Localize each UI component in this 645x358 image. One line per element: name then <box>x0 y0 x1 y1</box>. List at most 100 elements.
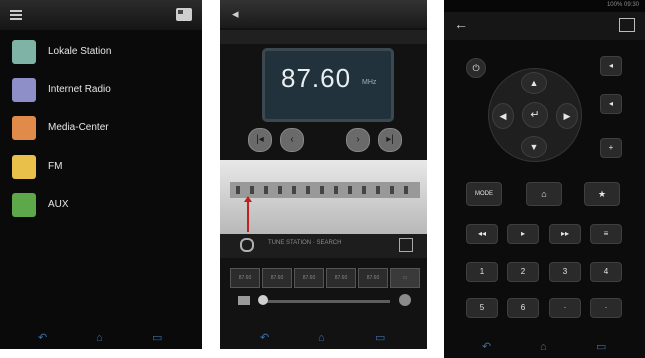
dpad-down-button[interactable]: ▼ <box>521 136 547 158</box>
home-icon[interactable]: ⌂ <box>318 333 325 344</box>
recents-icon[interactable]: ▭ <box>152 333 162 344</box>
station-text: TUNE STATION · SEARCH <box>268 240 342 246</box>
scale-tick <box>376 186 380 194</box>
next-track-button[interactable]: ▸▸ <box>549 224 581 244</box>
recents-icon[interactable]: ▭ <box>596 342 606 353</box>
dpad-up-button[interactable]: ▲ <box>521 72 547 94</box>
scale-tick <box>334 186 338 194</box>
source-item-local[interactable]: Lokale Station <box>12 40 192 66</box>
folder-icon[interactable] <box>176 8 192 21</box>
preset-button[interactable]: 87.60 <box>294 268 324 288</box>
source-item-aux[interactable]: AUX <box>12 193 192 219</box>
android-navbar: ↶ ⌂ ▭ <box>444 338 645 358</box>
favorite-button[interactable]: ★ <box>584 182 620 206</box>
number-button[interactable]: 1 <box>466 262 498 282</box>
tune-up-button[interactable]: › <box>346 128 370 152</box>
frequency-value: 87.60 <box>281 63 352 93</box>
home-icon[interactable]: ⌂ <box>96 333 103 344</box>
source-label: FM <box>48 161 63 172</box>
number-button[interactable]: 5 <box>466 298 498 318</box>
scale-tick <box>404 186 408 194</box>
tuner-topbar: ◂ <box>220 0 427 28</box>
source-label: Lokale Station <box>48 46 112 57</box>
number-button[interactable]: · <box>590 298 622 318</box>
scale-tick <box>278 186 282 194</box>
power-button[interactable]: ⏻ <box>466 58 486 78</box>
frequency-scale[interactable] <box>220 160 427 234</box>
number-button[interactable]: 3 <box>549 262 581 282</box>
skip-back-button[interactable]: |◂ <box>248 128 272 152</box>
back-arrow-icon[interactable]: ← <box>454 16 468 32</box>
speaker-icon <box>238 296 250 305</box>
status-bar: 100% 09:30 <box>444 0 645 12</box>
home-button[interactable]: ⌂ <box>526 182 562 206</box>
frequency-display: 87.60 MHz <box>262 48 394 122</box>
source-item-fm[interactable]: FM <box>12 155 192 181</box>
eq-button[interactable]: ≡ <box>590 224 622 244</box>
local-station-icon <box>12 40 36 64</box>
aux-icon <box>12 193 36 217</box>
volume-up-button[interactable]: + <box>600 138 622 158</box>
number-button[interactable]: 4 <box>590 262 622 282</box>
play-pause-button[interactable]: ▸ <box>507 224 539 244</box>
preset-button[interactable]: 87.60 <box>230 268 260 288</box>
mute-icon[interactable] <box>399 294 411 306</box>
number-button[interactable]: 6 <box>507 298 539 318</box>
volume-knob[interactable] <box>258 295 268 305</box>
frequency-unit: MHz <box>362 79 377 86</box>
prev-track-button[interactable]: ◂◂ <box>466 224 498 244</box>
dpad-left-button[interactable]: ◀ <box>492 103 514 129</box>
fm-tuner-screen: ◂ 87.60 MHz |◂ ‹ › ▸| TUNE STATION · SEA… <box>220 0 427 349</box>
dpad-right-button[interactable]: ▶ <box>556 103 578 129</box>
source-label: AUX <box>48 199 69 210</box>
favorite-icon[interactable] <box>399 238 413 252</box>
volume-slider[interactable] <box>260 300 390 303</box>
status-text: 100% 09:30 <box>606 2 639 8</box>
source-label: Media-Center <box>48 122 109 133</box>
source-item-media-center[interactable]: Media-Center <box>12 116 192 142</box>
home-icon[interactable]: ⌂ <box>540 342 547 353</box>
back-icon[interactable]: ◂ <box>232 6 239 22</box>
volume-mute-button[interactable]: ◂ <box>600 94 622 114</box>
media-center-icon <box>12 116 36 140</box>
back-icon[interactable]: ↶ <box>38 333 47 344</box>
scale-tick <box>320 186 324 194</box>
skip-forward-button[interactable]: ▸| <box>378 128 402 152</box>
source-list-screen: Lokale Station Internet Radio Media-Cent… <box>0 0 202 349</box>
scale-tick <box>264 186 268 194</box>
tuning-needle[interactable] <box>244 196 252 232</box>
fm-icon <box>12 155 36 179</box>
volume-down-button[interactable]: ◂ <box>600 56 622 76</box>
tune-down-button[interactable]: ‹ <box>280 128 304 152</box>
scale-tick <box>236 186 240 194</box>
source-topbar <box>0 0 202 30</box>
back-icon[interactable]: ↶ <box>260 333 269 344</box>
grid-icon[interactable] <box>619 18 635 32</box>
scale-tick <box>306 186 310 194</box>
remote-appbar <box>444 12 645 40</box>
search-icon[interactable] <box>240 238 254 252</box>
source-item-internet-radio[interactable]: Internet Radio <box>12 78 192 104</box>
android-navbar: ↶ ⌂ ▭ <box>220 327 427 349</box>
number-button[interactable]: 2 <box>507 262 539 282</box>
scale-tick <box>348 186 352 194</box>
menu-icon[interactable] <box>10 10 22 20</box>
recents-icon[interactable]: ▭ <box>375 333 385 344</box>
number-button[interactable]: · <box>549 298 581 318</box>
volume-row <box>220 292 427 310</box>
internet-radio-icon <box>12 78 36 102</box>
remote-control-screen: 100% 09:30 ← ⏻ ▲ ◀ ↵ ▶ ▼ ◂ ◂ + MODE ⌂ ★ … <box>444 0 645 358</box>
preset-button[interactable]: 87.60 <box>326 268 356 288</box>
tuner-band <box>220 30 427 44</box>
mode-button[interactable]: MODE <box>466 182 502 206</box>
scale-tick <box>390 186 394 194</box>
android-navbar: ↶ ⌂ ▭ <box>0 327 202 349</box>
preset-button[interactable]: 87.60 <box>358 268 388 288</box>
source-label: Internet Radio <box>48 84 111 95</box>
preset-folder-button[interactable]: ▭ <box>390 268 420 288</box>
scale-tick <box>250 186 254 194</box>
back-icon[interactable]: ↶ <box>482 342 491 353</box>
preset-button[interactable]: 87.60 <box>262 268 292 288</box>
enter-button[interactable]: ↵ <box>522 102 548 128</box>
scale-tick <box>292 186 296 194</box>
